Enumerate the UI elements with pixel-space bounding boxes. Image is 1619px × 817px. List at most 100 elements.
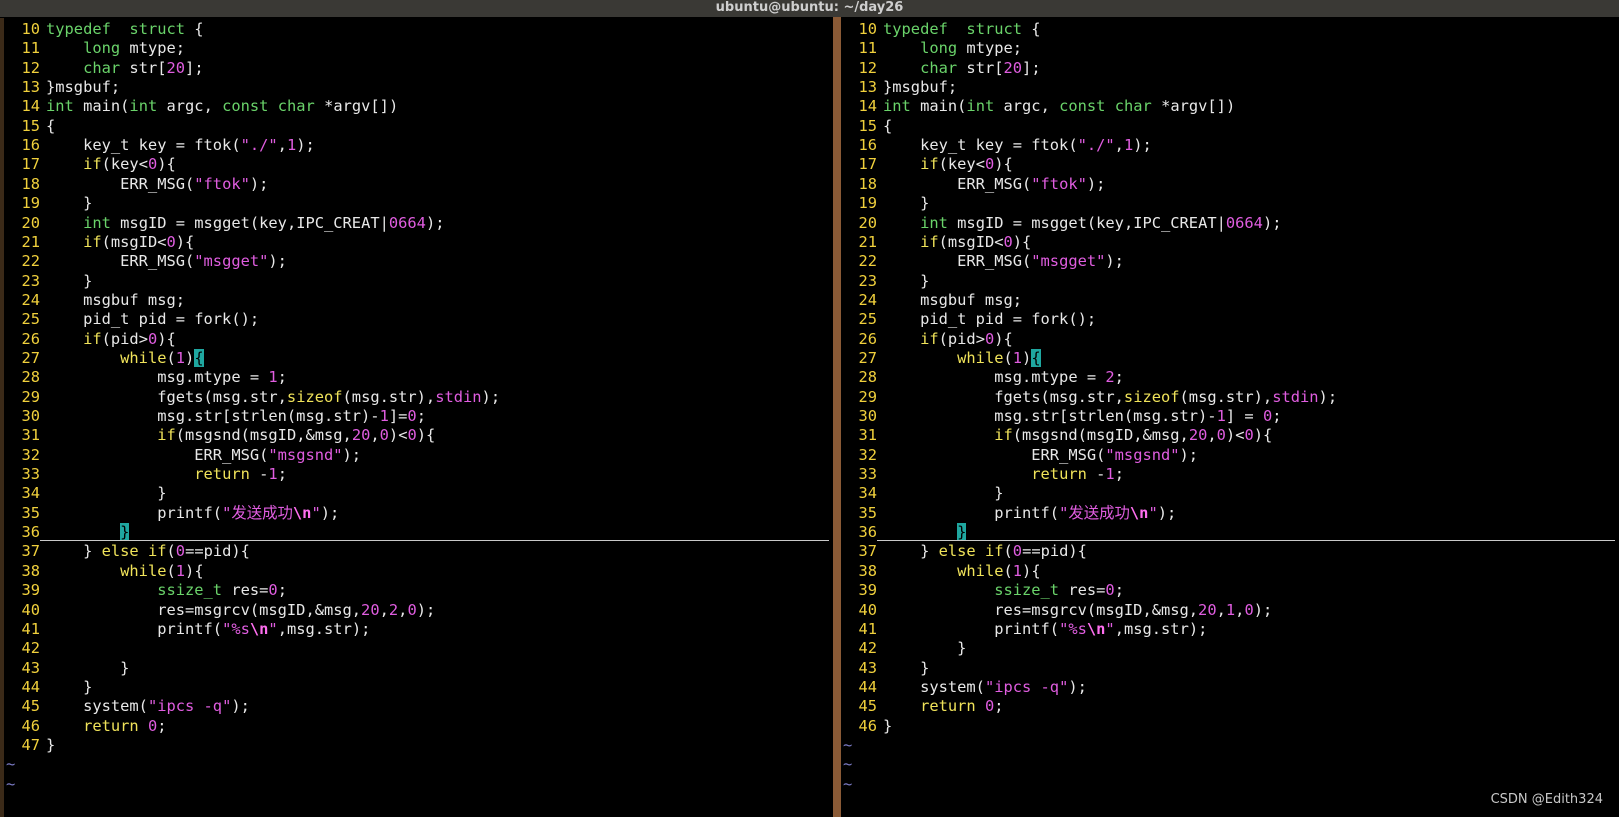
code-line[interactable]: 20 int msgID = msgget(key,IPC_CREAT|0664…	[841, 213, 1281, 233]
line-number: 32	[858, 445, 877, 464]
code-line[interactable]: 25 pid_t pid = fork();	[4, 309, 259, 329]
code-line[interactable]: 32 ERR_MSG("msgsnd");	[841, 445, 1198, 465]
code-token: ERR_MSG(	[883, 174, 1032, 193]
code-token: 20	[1188, 426, 1208, 445]
code-line[interactable]: 25 pid_t pid = fork();	[841, 309, 1096, 329]
code-line[interactable]: 45 system("ipcs -q");	[4, 696, 249, 716]
line-number: 21	[858, 232, 877, 251]
code-line[interactable]: 36 }	[841, 522, 967, 542]
line-number: 27	[21, 348, 40, 367]
code-line[interactable]: 43 }	[841, 658, 929, 678]
code-line[interactable]: 24 msgbuf msg;	[4, 290, 185, 310]
code-line[interactable]: 44 }	[4, 677, 92, 697]
code-line[interactable]: 15 {	[841, 116, 892, 136]
code-token: char	[277, 97, 315, 116]
code-line[interactable]: 21 if(msgID<0){	[841, 232, 1031, 252]
code-line[interactable]: 47}	[4, 735, 55, 755]
code-line[interactable]: 43 }	[4, 658, 129, 678]
code-line[interactable]: 17 if(key<0){	[4, 154, 175, 174]
code-line[interactable]: 19 }	[4, 193, 92, 213]
line-number: 32	[21, 445, 40, 464]
code-line[interactable]: 27 while(1){	[841, 348, 1041, 368]
code-line[interactable]: 41 printf("%s\n",msg.str);	[4, 619, 370, 639]
code-line[interactable]: 31 if(msgsnd(msgID,&msg,20,0)<0){	[4, 425, 435, 445]
code-line[interactable]: 35 printf("发送成功\n");	[841, 503, 1176, 523]
code-line[interactable]: 24 msgbuf msg;	[841, 290, 1022, 310]
code-line[interactable]: 44 system("ipcs -q");	[841, 677, 1086, 697]
code-line[interactable]: 20 int msgID = msgget(key,IPC_CREAT|0664…	[4, 213, 444, 233]
line-number: 11	[858, 39, 877, 58]
code-line[interactable]: 29 fgets(msg.str,sizeof(msg.str),stdin);	[4, 387, 500, 407]
code-line[interactable]: 30 msg.str[strlen(msg.str)-1] = 0;	[841, 406, 1281, 426]
code-line[interactable]: 45 return 0;	[841, 696, 1003, 716]
empty-buffer-tilde: ~	[6, 755, 16, 774]
code-line[interactable]: 39 ssize_t res=0;	[4, 580, 287, 600]
code-line[interactable]: 36 }	[4, 522, 130, 542]
code-line[interactable]: 22 ERR_MSG("msgget");	[841, 251, 1124, 271]
code-line[interactable]: 38 while(1){	[841, 561, 1040, 581]
code-line[interactable]: 42	[4, 638, 46, 658]
code-line[interactable]: 33 return -1;	[841, 464, 1124, 484]
code-line[interactable]: 23 }	[4, 271, 92, 291]
code-token: msg.str[strlen(msg.str)-	[46, 407, 380, 425]
code-line[interactable]: 42 }	[841, 638, 966, 658]
line-number: 39	[21, 581, 40, 600]
code-line[interactable]: 14 int main(int argc, const char *argv[])	[841, 96, 1235, 116]
line-number: 11	[21, 39, 40, 58]
code-line[interactable]: 23 }	[841, 271, 929, 291]
code-token: }msgbuf;	[883, 78, 958, 97]
code-line[interactable]: 46}	[841, 716, 892, 736]
code-line[interactable]: 22 ERR_MSG("msgget");	[4, 251, 287, 271]
code-line[interactable]: 46 return 0;	[4, 716, 166, 736]
code-line[interactable]: 27 while(1){	[4, 348, 204, 368]
code-line[interactable]: 11 long mtype;	[4, 38, 185, 58]
code-line[interactable]: 31 if(msgsnd(msgID,&msg,20,0)<0){	[841, 425, 1272, 445]
split-divider[interactable]	[833, 17, 841, 817]
code-token: 20	[1003, 58, 1023, 77]
code-line[interactable]: 35 printf("发送成功\n");	[4, 503, 339, 523]
editor-pane-right[interactable]: 10 typedef struct {11 long mtype; 12 char …	[841, 18, 1619, 817]
code-line[interactable]: 34 }	[4, 483, 166, 503]
code-line[interactable]: 40 res=msgrcv(msgID,&msg,20,1,0);	[841, 600, 1272, 620]
code-line[interactable]: 32 ERR_MSG("msgsnd");	[4, 445, 361, 465]
code-token: -	[1086, 465, 1106, 484]
code-line[interactable]: 41 printf("%s\n",msg.str);	[841, 619, 1207, 639]
code-line[interactable]: 21 if(msgID<0){	[4, 232, 194, 252]
code-line[interactable]: 16 key_t key = ftok("./",1);	[841, 135, 1151, 155]
code-line[interactable]: 26 if(pid>0){	[4, 329, 175, 349]
code-token: 1	[1123, 136, 1134, 155]
line-number: 33	[21, 465, 40, 484]
code-line[interactable]: 16 key_t key = ftok("./",1);	[4, 135, 314, 155]
code-line[interactable]: 26 if(pid>0){	[841, 329, 1012, 349]
code-line[interactable]: 38 while(1){	[4, 561, 203, 581]
code-line[interactable]: 28 msg.mtype = 1;	[4, 367, 287, 387]
code-line[interactable]: 39 ssize_t res=0;	[841, 580, 1124, 600]
code-line[interactable]: 37 } else if(0==pid){	[4, 541, 250, 561]
code-line[interactable]: 13}msgbuf;	[4, 77, 120, 97]
code-line[interactable]: 30 msg.str[strlen(msg.str)-1]=0;	[4, 406, 426, 426]
code-line[interactable]: 18 ERR_MSG("ftok");	[4, 174, 268, 194]
code-line[interactable]: 15 {	[4, 116, 55, 136]
code-token: ){	[1012, 232, 1032, 251]
code-line[interactable]: 29 fgets(msg.str,sizeof(msg.str),stdin);	[841, 387, 1337, 407]
code-token: typedef	[883, 20, 948, 38]
code-line[interactable]: 18 ERR_MSG("ftok");	[841, 174, 1105, 194]
code-line[interactable]: 12 char str[20];	[4, 58, 203, 78]
code-line[interactable]: 28 msg.mtype = 2;	[841, 367, 1124, 387]
editor-pane-left[interactable]: 10 typedef struct {11 long mtype; 12 char …	[0, 18, 833, 817]
code-line[interactable]: 11 long mtype;	[841, 38, 1022, 58]
code-line[interactable]: 10 typedef struct {	[841, 19, 1040, 39]
code-line[interactable]: 40 res=msgrcv(msgID,&msg,20,2,0);	[4, 600, 435, 620]
code-line[interactable]: 13}msgbuf;	[841, 77, 957, 97]
code-line[interactable]: 19 }	[841, 193, 929, 213]
code-line[interactable]: 34 }	[841, 483, 1003, 503]
line-number: 17	[21, 155, 40, 174]
code-line[interactable]: 33 return -1;	[4, 464, 287, 484]
code-token: int	[129, 97, 158, 116]
code-line[interactable]: 10 typedef struct {	[4, 19, 203, 39]
code-line[interactable]: 14 int main(int argc, const char *argv[])	[4, 96, 398, 116]
code-line[interactable]: 12 char str[20];	[841, 58, 1040, 78]
code-line[interactable]: 17 if(key<0){	[841, 154, 1012, 174]
code-line[interactable]: 37 } else if(0==pid){	[841, 541, 1087, 561]
